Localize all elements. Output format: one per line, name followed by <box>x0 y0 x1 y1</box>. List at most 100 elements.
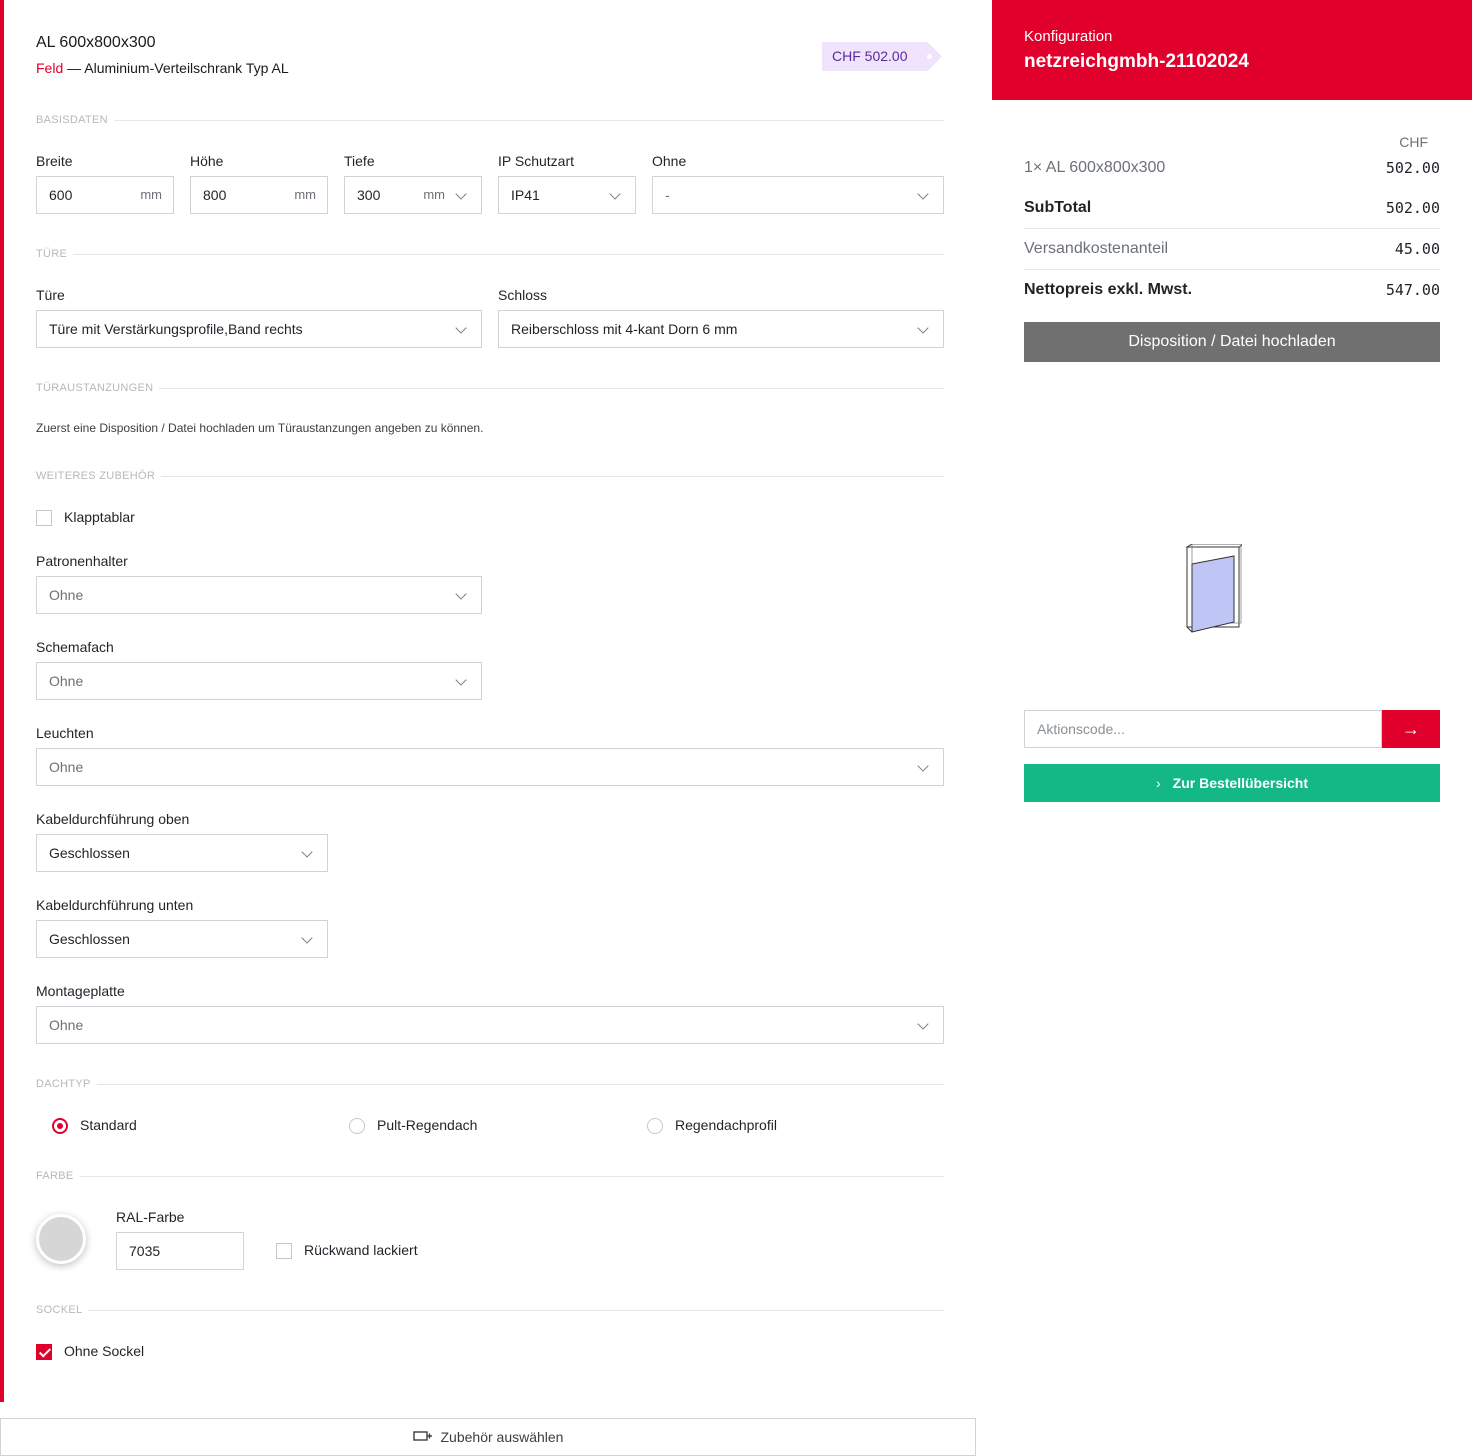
currency-row: CHF <box>1024 134 1440 154</box>
montageplatte-select[interactable]: Ohne <box>36 1006 944 1044</box>
tuere-select[interactable]: Türe mit Verstärkungsprofile,Band rechts <box>36 310 482 348</box>
leuchten-select[interactable]: Ohne <box>36 748 944 786</box>
subtotal-label: SubTotal <box>1024 199 1092 216</box>
product-title: AL 600x800x300 <box>36 34 156 51</box>
section-tueraustanzungen: TÜRAUSTANZUNGEN <box>36 382 944 394</box>
ral-value: 7035 <box>129 1243 161 1259</box>
chevron-down-icon <box>301 932 313 944</box>
kabel-unten-select[interactable]: Geschlossen <box>36 920 328 958</box>
price-badge: CHF 502.00 <box>822 42 942 71</box>
line-item-row: 1× AL 600x800x300 502.00 <box>1024 159 1440 181</box>
section-sockel: SOCKEL <box>36 1304 944 1316</box>
schloss-value: Reiberschloss mit 4-kant Dorn 6 mm <box>511 321 738 337</box>
chevron-down-icon <box>455 322 467 334</box>
add-to-cart-icon <box>412 1420 433 1456</box>
aktionscode-placeholder: Aktionscode... <box>1037 721 1125 737</box>
netto-label: Nettopreis exkl. Mwst. <box>1024 281 1193 298</box>
section-title: WEITERES ZUBEHÖR <box>36 470 162 482</box>
schemafach-value: Ohne <box>49 673 84 689</box>
breite-label: Breite <box>36 153 73 169</box>
hoehe-input[interactable]: 800 mm <box>190 176 328 214</box>
tuere-label: Türe <box>36 287 65 303</box>
kabel-unten-label: Kabeldurchführung unten <box>36 897 194 913</box>
chevron-right-icon: › <box>1155 775 1161 791</box>
kabel-oben-label: Kabeldurchführung oben <box>36 811 190 827</box>
klapptablar-checkbox[interactable] <box>36 510 52 526</box>
product-subtitle: Feld — Aluminium-Verteilschrank Typ AL <box>36 60 289 76</box>
tiefe-value: 300 <box>357 187 381 203</box>
breite-unit: mm <box>140 187 162 202</box>
apply-code-button[interactable]: → <box>1382 710 1440 748</box>
subtitle-description: — Aluminium-Verteilschrank Typ AL <box>63 60 289 76</box>
tiefe-label: Tiefe <box>344 153 375 169</box>
sidebar-header: Konfiguration netzreichgmbh-21102024 <box>992 0 1472 100</box>
versand-label: Versandkostenanteil <box>1024 240 1169 257</box>
sidebar-heading-small: Konfiguration <box>1024 28 1113 45</box>
hoehe-unit: mm <box>294 187 316 202</box>
patronenhalter-select[interactable]: Ohne <box>36 576 482 614</box>
ohne-value: - <box>665 187 670 203</box>
tag-hole-icon <box>927 54 932 59</box>
ral-input[interactable]: 7035 <box>116 1232 244 1270</box>
tiefe-select[interactable]: 300 mm <box>344 176 482 214</box>
leuchten-label: Leuchten <box>36 725 94 741</box>
subtotal-value: 502.00 <box>1385 199 1440 217</box>
section-dachtyp: DACHTYP <box>36 1078 944 1090</box>
patronenhalter-label: Patronenhalter <box>36 553 128 569</box>
subtotal-row: SubTotal 502.00 <box>1024 199 1440 221</box>
dachtyp-radio-regendachprofil[interactable] <box>647 1118 663 1134</box>
tiefe-unit: mm <box>423 187 445 202</box>
leuchten-value: Ohne <box>49 759 84 775</box>
upload-disposition-button[interactable]: Disposition / Datei hochladen <box>1024 322 1440 362</box>
ohne-label: Ohne <box>652 153 687 169</box>
cabinet-preview-image <box>1185 543 1246 641</box>
dachtyp-radio-pult-regendach[interactable] <box>349 1118 365 1134</box>
section-divider <box>36 388 944 389</box>
kabel-oben-select[interactable]: Geschlossen <box>36 834 328 872</box>
rueckwand-checkbox[interactable] <box>276 1243 292 1259</box>
netto-value: 547.00 <box>1385 281 1440 299</box>
schemafach-select[interactable]: Ohne <box>36 662 482 700</box>
breite-input[interactable]: 600 mm <box>36 176 174 214</box>
color-swatch[interactable] <box>36 1214 86 1264</box>
breite-value: 600 <box>49 187 73 203</box>
section-divider <box>36 476 944 477</box>
montageplatte-value: Ohne <box>49 1017 84 1033</box>
arrow-right-icon: → <box>1402 719 1420 739</box>
summary-divider <box>1024 228 1440 229</box>
hoehe-label: Höhe <box>190 153 224 169</box>
dachtyp-radio-standard[interactable] <box>52 1118 68 1134</box>
ip-select[interactable]: IP41 <box>498 176 636 214</box>
section-title: BASISDATEN <box>36 114 114 126</box>
price-badge-label: CHF 502.00 <box>832 48 908 64</box>
schemafach-label: Schemafach <box>36 639 114 655</box>
ip-value: IP41 <box>511 187 540 203</box>
schloss-select[interactable]: Reiberschloss mit 4-kant Dorn 6 mm <box>498 310 944 348</box>
chevron-down-icon <box>917 322 929 334</box>
kabel-oben-value: Geschlossen <box>49 845 130 861</box>
versand-value: 45.00 <box>1394 240 1440 258</box>
dachtyp-pult-regendach-label: Pult-Regendach <box>377 1117 478 1133</box>
line-item-price: 502.00 <box>1385 159 1440 177</box>
tuere-value: Türe mit Verstärkungsprofile,Band rechts <box>49 321 303 337</box>
currency-label: CHF <box>1399 134 1428 150</box>
dachtyp-regendachprofil-label: Regendachprofil <box>675 1117 777 1133</box>
versand-row: Versandkostenanteil 45.00 <box>1024 240 1440 262</box>
section-farbe: FARBE <box>36 1170 944 1182</box>
line-item-label: 1× AL 600x800x300 <box>1024 159 1166 176</box>
section-divider <box>36 1084 944 1085</box>
section-tuere: TÜRE <box>36 248 944 260</box>
chevron-down-icon <box>455 674 467 686</box>
ohne-select[interactable]: - <box>652 176 944 214</box>
zubehoer-auswaehlen-button[interactable]: Zubehör auswählen <box>0 1418 976 1456</box>
aktionscode-input[interactable]: Aktionscode... <box>1024 710 1382 748</box>
kabel-unten-value: Geschlossen <box>49 931 130 947</box>
zur-bestelluebersicht-button[interactable]: › Zur Bestellübersicht <box>1024 764 1440 802</box>
section-divider <box>36 1176 944 1177</box>
config-name: netzreichgmbh-21102024 <box>1024 51 1249 72</box>
order-button-label: Zur Bestellübersicht <box>1172 775 1309 791</box>
section-zubehoer: WEITERES ZUBEHÖR <box>36 470 944 482</box>
dachtyp-standard-label: Standard <box>80 1117 137 1133</box>
section-title: TÜRE <box>36 248 74 260</box>
ohne-sockel-checkbox[interactable] <box>36 1344 52 1360</box>
